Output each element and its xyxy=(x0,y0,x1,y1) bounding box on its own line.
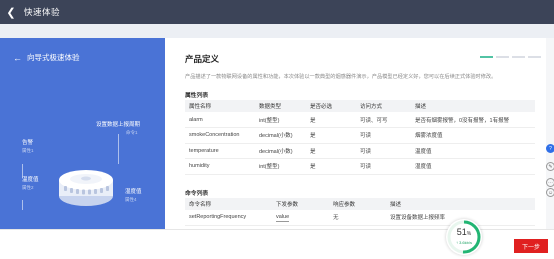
column-header: 描述 xyxy=(411,100,535,112)
cell: 是 xyxy=(306,112,356,128)
table-row: alarm int(整型) 是 可读、可写 是否有烟雾报警，0没有报警，1有报警 xyxy=(185,112,535,128)
product-definition-panel: 产品定义 产品描述了一款物联网设备的属性和功能，本次体验以一款典型的烟感器件演示… xyxy=(165,38,546,229)
section-title: 产品定义 xyxy=(185,54,220,64)
commands-label: 命令列表 xyxy=(185,191,209,197)
cell: 可读 xyxy=(356,143,411,159)
callout-line xyxy=(118,134,119,164)
properties-table: 属性名称 数据类型 是否必选 访问方式 描述 alarm int(整型) 是 可… xyxy=(185,100,535,175)
cell: 是否有烟雾报警，0没有报警，1有报警 xyxy=(411,112,535,128)
table-header-row: 属性名称 数据类型 是否必选 访问方式 描述 xyxy=(185,100,535,112)
cell: 无 xyxy=(329,210,386,226)
feedback-icon[interactable]: ✎ xyxy=(546,162,554,171)
step-indicator xyxy=(480,56,541,58)
back-arrow-icon[interactable]: ❮ xyxy=(4,5,18,19)
progress-percent: 51% xyxy=(456,227,472,237)
step-dot xyxy=(512,56,525,58)
progress-speed: ↑ 3.6kb/s xyxy=(455,240,472,245)
cell: temperature xyxy=(185,143,255,159)
step-dot xyxy=(528,56,541,58)
cell: 是 xyxy=(306,158,356,175)
cell: 可读、可写 xyxy=(356,112,411,128)
table-row: smokeConcentration decimal(小数) 是 可读 烟雾浓度… xyxy=(185,127,535,144)
cell: 是 xyxy=(306,127,356,144)
column-header: 描述 xyxy=(386,198,535,210)
cell: smokeConcentration xyxy=(185,127,255,144)
column-header: 响应参数 xyxy=(329,198,386,210)
smile-icon[interactable]: ☺ xyxy=(546,188,554,197)
label-report: 设置数据上报周期 命令1 xyxy=(96,122,141,135)
cell: 烟雾浓度值 xyxy=(411,127,535,144)
table-header-row: 命令名称 下发参数 响应参数 描述 xyxy=(185,198,535,210)
guide-panel: ← 向导式极速体验 设置数据上报周期 命令1 告警 属性1 温度值 属性2 湿度… xyxy=(0,38,165,229)
label-humidity: 湿度值 属性4 xyxy=(125,189,142,202)
cell[interactable]: value xyxy=(272,210,329,226)
next-step-button[interactable]: 下一步 xyxy=(514,239,548,253)
cell: 是 xyxy=(306,143,356,159)
step-dot xyxy=(480,56,493,58)
cell: int(整型) xyxy=(255,112,306,128)
callout-line xyxy=(22,200,23,210)
column-header: 数据类型 xyxy=(255,100,306,112)
guide-back-link[interactable]: ← 向导式极速体验 xyxy=(13,52,80,63)
cell: setReportingFrequency xyxy=(185,210,272,226)
label-alarm: 告警 属性1 xyxy=(22,140,34,153)
progress-ring xyxy=(447,220,481,254)
column-header: 是否必选 xyxy=(306,100,356,112)
cell: decimal(小数) xyxy=(255,127,306,144)
cell: 可读 xyxy=(356,158,411,175)
top-bar: ❮ 快速体验 xyxy=(0,0,554,24)
guide-link-label: 向导式极速体验 xyxy=(27,53,80,62)
content-background xyxy=(0,24,554,38)
cell: humidity xyxy=(185,158,255,175)
column-header: 命令名称 xyxy=(185,198,272,210)
step-dot xyxy=(496,56,509,58)
right-toolbar: ? ✎ ⋯ ☺ xyxy=(546,38,554,229)
table-row: temperature decimal(小数) 是 可读 温度值 xyxy=(185,143,535,159)
product-description: 产品描述了一款物联网设备的属性和功能，本次体验以一款典型的烟感器件演示，产品模型… xyxy=(185,74,497,80)
label-temperature: 温度值 属性2 xyxy=(22,177,39,190)
help-icon[interactable]: ? xyxy=(546,144,554,153)
left-arrow-icon: ← xyxy=(13,52,22,63)
table-row: setReportingFrequency value 无 设置设备数据上报频率 xyxy=(185,210,535,226)
properties-label: 属性列表 xyxy=(185,93,209,99)
param-link[interactable]: value xyxy=(276,214,290,223)
cell: 湿度值 xyxy=(411,158,535,175)
cell: 温度值 xyxy=(411,143,535,159)
cell: decimal(小数) xyxy=(255,143,306,159)
commands-table: 命令名称 下发参数 响应参数 描述 setReportingFrequency … xyxy=(185,198,535,226)
table-row: humidity int(整型) 是 可读 湿度值 xyxy=(185,158,535,175)
page-title: 快速体验 xyxy=(24,7,61,17)
column-header: 访问方式 xyxy=(356,100,411,112)
cell: alarm xyxy=(185,112,255,128)
column-header: 下发参数 xyxy=(272,198,329,210)
chat-icon[interactable]: ⋯ xyxy=(546,178,554,187)
column-header: 属性名称 xyxy=(185,100,255,112)
cell: int(整型) xyxy=(255,158,306,175)
smoke-detector-illustration xyxy=(59,170,113,206)
cell: 可读 xyxy=(356,127,411,144)
progress-badge: 51% ↑ 3.6kb/s xyxy=(446,219,482,255)
